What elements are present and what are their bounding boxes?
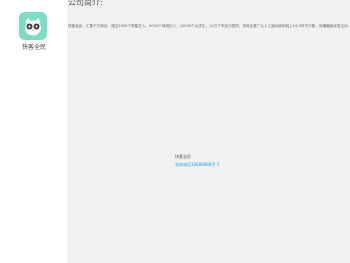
sidebar: 快客全民 [0,0,67,263]
company-name: 快客全民 [175,154,191,159]
company-description: 快客全民，汇集千万粉丝，超过1000个明星艺人，5000个网络红人，10000个… [68,24,348,28]
page-title: 公司简介: [68,0,103,7]
contact-link[interactable]: 咨询电话18888888号 ll [175,162,219,167]
main-content: 公司简介: 快客全民，汇集千万粉丝，超过1000个明星艺人，5000个网络红人，… [67,0,350,263]
app-logo[interactable] [19,12,47,40]
owl-icon [25,18,41,36]
page-root: 快客全民 公司简介: 快客全民，汇集千万粉丝，超过1000个明星艺人，5000个… [0,0,350,263]
app-name: 快客全民 [21,44,46,51]
